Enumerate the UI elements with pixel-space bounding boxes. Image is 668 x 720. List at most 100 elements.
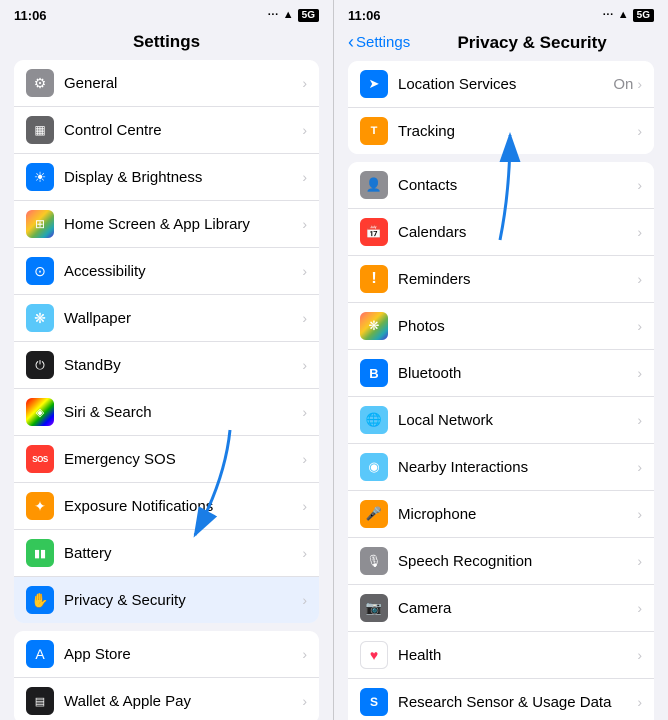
- row-nearby[interactable]: ◉ Nearby Interactions ›: [348, 444, 654, 491]
- location-label: Location Services: [398, 76, 613, 93]
- emergency-label: Emergency SOS: [64, 451, 302, 468]
- left-group2: A App Store › ▤ Wallet & Apple Pay ›: [14, 631, 319, 720]
- nearby-icon: ◉: [360, 453, 388, 481]
- control-centre-icon: ▦: [26, 116, 54, 144]
- research-chevron: ›: [637, 694, 642, 710]
- wallpaper-chevron: ›: [302, 310, 307, 326]
- microphone-icon: 🎤: [360, 500, 388, 528]
- right-nav-bar: ‹ Settings Privacy & Security: [334, 28, 668, 61]
- row-wallet[interactable]: ▤ Wallet & Apple Pay ›: [14, 678, 319, 720]
- left-settings-list: ⚙ General › ▦ Control Centre › ☀ Display…: [0, 60, 333, 720]
- row-speech[interactable]: 🎙 Speech Recognition ›: [348, 538, 654, 585]
- general-label: General: [64, 75, 302, 92]
- home-screen-icon: ⊞: [26, 210, 54, 238]
- row-app-store[interactable]: A App Store ›: [14, 631, 319, 678]
- row-standby[interactable]: ⏻ StandBy ›: [14, 342, 319, 389]
- row-emergency[interactable]: SOS Emergency SOS ›: [14, 436, 319, 483]
- contacts-label: Contacts: [398, 177, 637, 194]
- row-battery[interactable]: ▮▮ Battery ›: [14, 530, 319, 577]
- accessibility-chevron: ›: [302, 263, 307, 279]
- right-battery-icon: 5G: [633, 9, 654, 22]
- exposure-label: Exposure Notifications: [64, 498, 302, 515]
- health-chevron: ›: [637, 647, 642, 663]
- back-button[interactable]: ‹ Settings: [348, 32, 410, 53]
- display-label: Display & Brightness: [64, 169, 302, 186]
- standby-label: StandBy: [64, 357, 302, 374]
- home-screen-chevron: ›: [302, 216, 307, 232]
- display-chevron: ›: [302, 169, 307, 185]
- row-wallpaper[interactable]: ❋ Wallpaper ›: [14, 295, 319, 342]
- accessibility-label: Accessibility: [64, 263, 302, 280]
- left-title: Settings: [14, 32, 319, 52]
- photos-chevron: ›: [637, 318, 642, 334]
- calendars-icon: 📅: [360, 218, 388, 246]
- row-camera[interactable]: 📷 Camera ›: [348, 585, 654, 632]
- right-signal-icon: ···: [603, 9, 614, 21]
- home-screen-label: Home Screen & App Library: [64, 216, 302, 233]
- left-time: 11:06: [14, 8, 47, 23]
- row-local-network[interactable]: 🌐 Local Network ›: [348, 397, 654, 444]
- bluetooth-chevron: ›: [637, 365, 642, 381]
- row-accessibility[interactable]: ⊙ Accessibility ›: [14, 248, 319, 295]
- speech-icon: 🎙: [360, 547, 388, 575]
- right-title: Privacy & Security: [457, 33, 606, 53]
- row-privacy[interactable]: ✋ Privacy & Security ›: [14, 577, 319, 623]
- row-home-screen[interactable]: ⊞ Home Screen & App Library ›: [14, 201, 319, 248]
- health-icon: ♥: [360, 641, 388, 669]
- battery-chevron: ›: [302, 545, 307, 561]
- right-wifi-icon: ▲: [618, 9, 629, 21]
- standby-icon: ⏻: [26, 351, 54, 379]
- app-store-icon: A: [26, 640, 54, 668]
- left-status-icons: ··· ▲ 5G: [268, 9, 319, 22]
- privacy-icon: ✋: [26, 586, 54, 614]
- right-group2: 👤 Contacts › 📅 Calendars › ! Reminders ›…: [348, 162, 654, 720]
- row-reminders[interactable]: ! Reminders ›: [348, 256, 654, 303]
- accessibility-icon: ⊙: [26, 257, 54, 285]
- emergency-icon: SOS: [26, 445, 54, 473]
- row-tracking[interactable]: T Tracking ›: [348, 108, 654, 154]
- battery-label: Battery: [64, 545, 302, 562]
- left-nav-bar: Settings: [0, 28, 333, 60]
- row-microphone[interactable]: 🎤 Microphone ›: [348, 491, 654, 538]
- reminders-chevron: ›: [637, 271, 642, 287]
- row-calendars[interactable]: 📅 Calendars ›: [348, 209, 654, 256]
- row-exposure[interactable]: ✦ Exposure Notifications ›: [14, 483, 319, 530]
- row-bluetooth[interactable]: B Bluetooth ›: [348, 350, 654, 397]
- calendars-chevron: ›: [637, 224, 642, 240]
- app-store-chevron: ›: [302, 646, 307, 662]
- signal-icon: ···: [268, 9, 279, 21]
- right-settings-list: ➤ Location Services On › T Tracking › 👤 …: [334, 61, 668, 720]
- wallet-icon: ▤: [26, 687, 54, 715]
- contacts-icon: 👤: [360, 171, 388, 199]
- privacy-chevron: ›: [302, 592, 307, 608]
- nearby-label: Nearby Interactions: [398, 459, 637, 476]
- reminders-label: Reminders: [398, 271, 637, 288]
- control-centre-chevron: ›: [302, 122, 307, 138]
- exposure-icon: ✦: [26, 492, 54, 520]
- privacy-label: Privacy & Security: [64, 592, 302, 609]
- row-siri[interactable]: ◈ Siri & Search ›: [14, 389, 319, 436]
- control-centre-label: Control Centre: [64, 122, 302, 139]
- row-display[interactable]: ☀ Display & Brightness ›: [14, 154, 319, 201]
- battery-row-icon: ▮▮: [26, 539, 54, 567]
- row-location[interactable]: ➤ Location Services On ›: [348, 61, 654, 108]
- camera-label: Camera: [398, 600, 637, 617]
- row-control-centre[interactable]: ▦ Control Centre ›: [14, 107, 319, 154]
- row-general[interactable]: ⚙ General ›: [14, 60, 319, 107]
- reminders-icon: !: [360, 265, 388, 293]
- calendars-label: Calendars: [398, 224, 637, 241]
- microphone-chevron: ›: [637, 506, 642, 522]
- row-health[interactable]: ♥ Health ›: [348, 632, 654, 679]
- left-status-bar: 11:06 ··· ▲ 5G: [0, 0, 333, 28]
- research-icon: S: [360, 688, 388, 716]
- location-icon: ➤: [360, 70, 388, 98]
- row-contacts[interactable]: 👤 Contacts ›: [348, 162, 654, 209]
- location-chevron: ›: [637, 76, 642, 92]
- microphone-label: Microphone: [398, 506, 637, 523]
- row-photos[interactable]: ❋ Photos ›: [348, 303, 654, 350]
- emergency-chevron: ›: [302, 451, 307, 467]
- right-group1: ➤ Location Services On › T Tracking ›: [348, 61, 654, 154]
- row-research[interactable]: S Research Sensor & Usage Data ›: [348, 679, 654, 720]
- general-icon: ⚙: [26, 69, 54, 97]
- standby-chevron: ›: [302, 357, 307, 373]
